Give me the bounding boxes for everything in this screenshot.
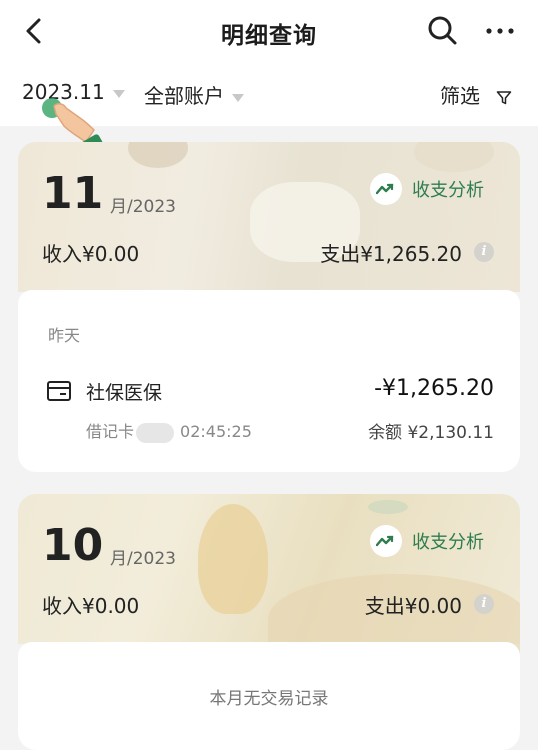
search-icon [428, 16, 457, 45]
funnel-icon [497, 90, 512, 104]
month-card-november: 11 月/2023 收支分析 收入¥0.00 支出¥1,265.20 i 昨天 … [18, 142, 520, 472]
more-button[interactable] [482, 14, 518, 48]
month-income: 收入¥0.00 [42, 242, 140, 266]
caret-down-icon [112, 89, 125, 98]
transaction-list: 昨天 社保医保 -¥1,265.20 借记卡 02:45:25 余额 ¥2,130… [18, 290, 520, 472]
month-summary-header: 11 月/2023 收支分析 收入¥0.00 支出¥1,265.20 i [18, 142, 520, 292]
analysis-label: 收支分析 [412, 532, 484, 553]
card-type: 借记卡 [86, 422, 135, 441]
decorative-leaf-image [198, 504, 268, 614]
month-year-label: 月/2023 [110, 197, 176, 217]
empty-state-text: 本月无交易记录 [209, 689, 329, 709]
bank-card-icon [47, 381, 71, 401]
date-group-label: 昨天 [48, 326, 81, 345]
decorative-flower-image [414, 142, 494, 172]
month-income: 收入¥0.00 [42, 594, 140, 618]
filter-button[interactable]: 筛选 [440, 80, 512, 109]
income-expense-analysis-button[interactable]: 收支分析 [370, 525, 484, 557]
trend-chart-icon [370, 173, 402, 205]
transaction-time: 02:45:25 [180, 422, 252, 441]
transaction-balance: 余额 ¥2,130.11 [368, 423, 494, 443]
month-year-label: 月/2023 [110, 549, 176, 569]
caret-down-icon [232, 93, 244, 102]
analysis-label: 收支分析 [412, 180, 484, 201]
search-button[interactable] [424, 12, 460, 48]
trend-chart-icon [370, 525, 402, 557]
top-navigation-bar: 明细查询 [0, 0, 538, 68]
transaction-amount: -¥1,265.20 [374, 376, 494, 401]
month-number: 11 [42, 168, 104, 219]
info-icon[interactable]: i [474, 594, 494, 614]
transaction-name: 社保医保 [86, 382, 163, 404]
info-icon[interactable]: i [474, 242, 494, 262]
account-selector[interactable]: 全部账户 [144, 80, 244, 109]
month-expense: 支出¥0.00 [364, 594, 462, 618]
income-expense-analysis-button[interactable]: 收支分析 [370, 173, 484, 205]
account-selector-label: 全部账户 [144, 84, 224, 108]
masked-card-number [136, 422, 175, 443]
month-expense: 支出¥1,265.20 [320, 242, 462, 266]
more-horizontal-icon [486, 28, 514, 34]
decorative-bowl-image [128, 142, 188, 168]
month-card-october: 10 月/2023 收支分析 收入¥0.00 支出¥0.00 i 本月无交易记录 [18, 494, 520, 750]
month-number: 10 [42, 520, 104, 571]
transaction-list-empty: 本月无交易记录 [18, 642, 520, 750]
filter-button-label: 筛选 [440, 84, 480, 108]
transaction-card-info: 借记卡 02:45:25 [86, 418, 252, 443]
month-summary-header: 10 月/2023 收支分析 收入¥0.00 支出¥0.00 i [18, 494, 520, 664]
decorative-sprout-image [368, 500, 408, 514]
